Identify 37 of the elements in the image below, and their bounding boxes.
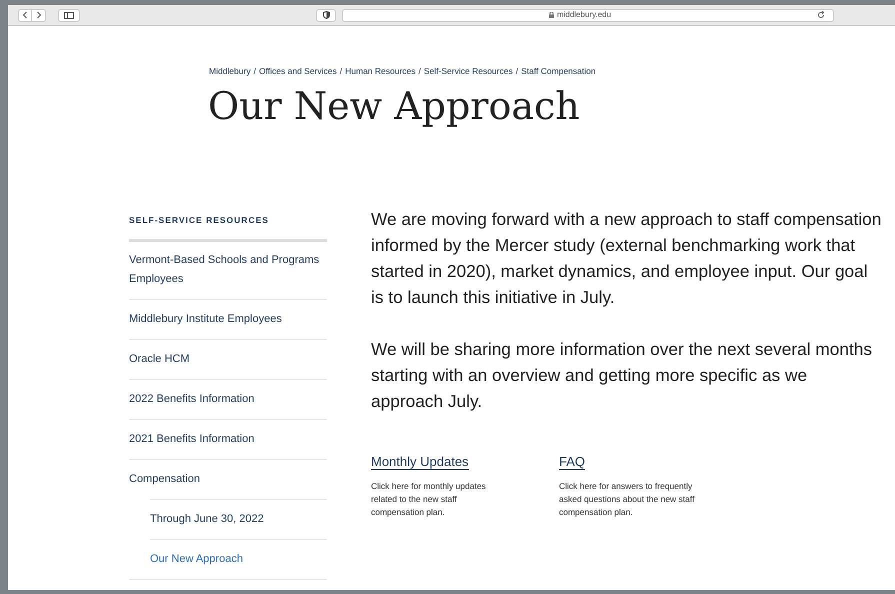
forward-button[interactable] <box>32 8 46 22</box>
breadcrumb-separator: / <box>516 65 518 78</box>
page-title: Our New Approach <box>207 82 581 130</box>
sidebar-link[interactable]: Through June 30, 2022 <box>150 510 327 528</box>
privacy-button[interactable] <box>316 8 336 22</box>
sidebar-link[interactable]: Oracle HCM <box>129 350 327 368</box>
lock-icon <box>548 12 554 18</box>
sidebar-button[interactable] <box>58 8 80 22</box>
sidebar-link[interactable]: Our New Approach <box>150 550 327 568</box>
reload-icon[interactable] <box>817 11 825 19</box>
shield-icon <box>322 11 330 19</box>
chevron-left-icon <box>22 11 28 19</box>
breadcrumb-separator: / <box>340 65 342 78</box>
breadcrumb-separator: / <box>254 65 256 78</box>
body-paragraph: We are moving forward with a new approach to staff compensation informed by the Mercer study (external benchmarking work that started in 2020), market dynamics, and employee input. Our goal is to launch this initiative in July. <box>371 208 882 309</box>
breadcrumb-link[interactable]: Offices and Services <box>258 65 337 78</box>
section-link[interactable]: Monthly Updates <box>371 454 469 470</box>
chevron-right-icon <box>36 11 42 19</box>
sidebar-icon <box>64 12 74 18</box>
sidebar-link[interactable]: Middlebury Institute Employees <box>129 310 327 328</box>
breadcrumb-link[interactable]: Human Resources <box>345 65 416 78</box>
link-description: Click here for monthly updates related to the new staff compensation plan. <box>371 480 487 519</box>
address-bar[interactable]: middlebury.edu <box>342 8 834 22</box>
sidebar-link[interactable]: Vermont-Based Schools and Programs Employees <box>129 250 327 288</box>
body-paragraph: We will be sharing more information over the next several months starting with an overview and getting more specific as we approach July. <box>371 338 874 413</box>
sidebar-heading: SELF-SERVICE RESOURCES <box>129 214 327 242</box>
breadcrumb-separator: / <box>418 65 421 78</box>
breadcrumb-link[interactable]: Self-Service Resources <box>424 65 513 78</box>
section-link[interactable]: FAQ <box>559 454 586 470</box>
sidebar-link[interactable]: 2022 Benefits Information <box>129 390 327 408</box>
back-button[interactable] <box>18 8 32 22</box>
breadcrumb-link[interactable]: Middlebury <box>209 65 251 78</box>
breadcrumb-link[interactable]: Staff Compensation <box>521 65 596 78</box>
link-description: Click here for answers to frequently asked questions about the new staff compensation plan. <box>559 480 695 519</box>
sidebar-link[interactable]: Compensation <box>129 470 327 488</box>
sidebar-link[interactable]: 2021 Benefits Information <box>129 430 327 448</box>
url-text: middlebury.edu <box>556 9 612 21</box>
